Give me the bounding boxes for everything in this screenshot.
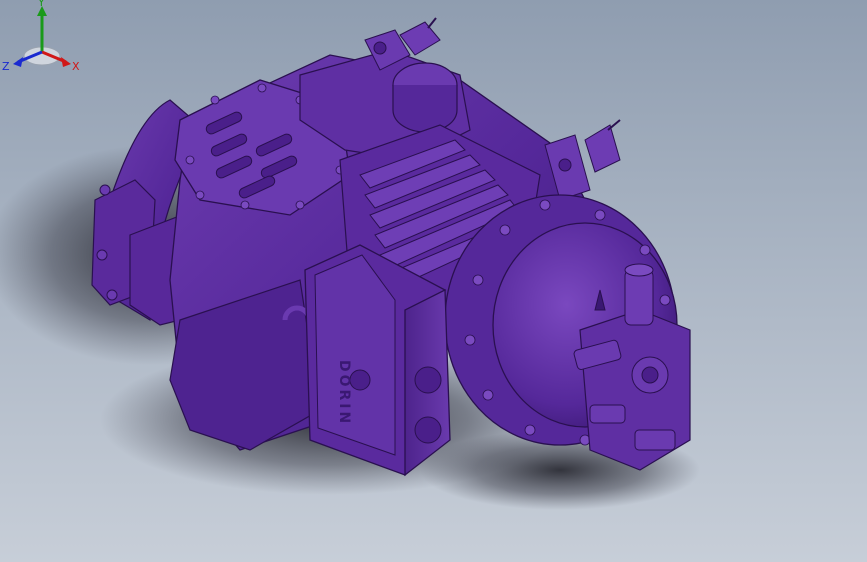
logo-emblem bbox=[349, 369, 371, 391]
compressor-model[interactable]: DORIN bbox=[0, 0, 867, 562]
graphics-viewport[interactable]: DORIN Y X Z bbox=[0, 0, 867, 562]
reference-triad: Y X Z bbox=[2, 0, 80, 73]
logo-text: DORIN bbox=[336, 360, 352, 426]
valve-cylinder bbox=[624, 269, 654, 326]
terminal-box-lid bbox=[314, 254, 396, 456]
y-axis-label: Y bbox=[37, 0, 45, 9]
right-valve bbox=[584, 124, 621, 173]
cable-gland-top bbox=[414, 366, 442, 394]
cable-gland-bottom bbox=[414, 416, 442, 444]
x-axis-label: X bbox=[72, 60, 80, 73]
z-axis-label: Z bbox=[2, 60, 10, 73]
